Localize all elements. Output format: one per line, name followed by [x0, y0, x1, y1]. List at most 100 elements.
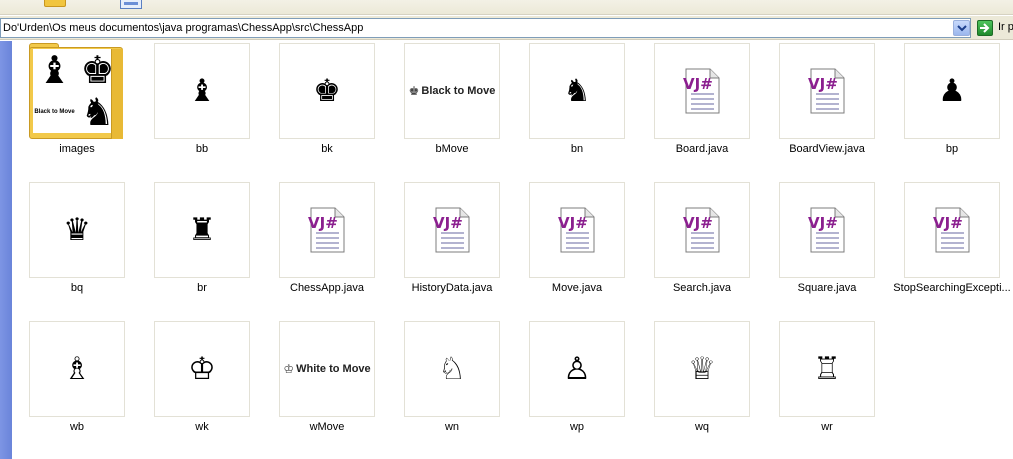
address-path: Do'Urden\Os meus documentos\java program…: [3, 22, 364, 34]
thumbnail: ♗: [29, 321, 125, 417]
file-item-historydata-java[interactable]: VJ# HistoryData.java: [387, 180, 507, 300]
file-item-wk[interactable]: ♔ wk: [137, 319, 257, 439]
thumbnail: VJ#: [529, 182, 625, 278]
thumbnail: ♚: [279, 43, 375, 139]
move-text: Black to Move: [421, 85, 496, 97]
java-file-icon: VJ#: [808, 207, 845, 253]
file-item-board-java[interactable]: VJ# Board.java: [637, 41, 757, 161]
go-label: Ir p: [998, 21, 1013, 33]
thumbnail: ♟: [904, 43, 1000, 139]
file-item-wn[interactable]: ♘ wn: [387, 319, 507, 439]
file-item-images[interactable]: ♝ ♚ Black to Move ♞ images: [12, 41, 132, 161]
thumbnail: VJ#: [904, 182, 1000, 278]
thumbnail: ♝ ♚ Black to Move ♞: [29, 43, 125, 139]
thumbnail: VJ#: [404, 182, 500, 278]
file-name: bn: [570, 143, 584, 155]
chess-piece-icon: ♚: [313, 72, 341, 109]
task-pane-edge: [0, 41, 12, 459]
file-item-bb[interactable]: ♝ bb: [137, 41, 257, 161]
java-file-icon: VJ#: [933, 207, 970, 253]
file-name: wn: [444, 421, 460, 433]
java-icon-text: VJ#: [683, 75, 713, 93]
address-bar: Do'Urden\Os meus documentos\java program…: [0, 16, 1013, 40]
file-item-wq[interactable]: ♕ wq: [637, 319, 757, 439]
file-item-square-java[interactable]: VJ# Square.java: [762, 180, 882, 300]
file-item-wb[interactable]: ♗ wb: [12, 319, 132, 439]
file-name: bk: [321, 143, 333, 155]
java-icon-text: VJ#: [933, 214, 963, 232]
file-name: wb: [69, 421, 85, 433]
thumbnail: VJ#: [779, 43, 875, 139]
chess-piece-icon: ♔: [188, 350, 216, 387]
file-item-bn[interactable]: ♞ bn: [512, 41, 632, 161]
file-item-wmove[interactable]: ♔ White to Move wMove: [262, 319, 382, 439]
java-icon-text: VJ#: [558, 214, 588, 232]
file-name: wr: [821, 421, 833, 433]
toolbar: [0, 0, 1013, 15]
java-file-icon: VJ#: [683, 68, 720, 114]
thumbnail: ♘: [404, 321, 500, 417]
java-file-icon: VJ#: [308, 207, 345, 253]
file-item-stopsearchingexcepti[interactable]: VJ# StopSearchingExcepti...: [887, 180, 1011, 300]
thumbnail: ♞: [529, 43, 625, 139]
file-item-chessapp-java[interactable]: VJ# ChessApp.java: [262, 180, 382, 300]
java-file-icon: VJ#: [808, 68, 845, 114]
chess-piece-icon: ♟: [938, 72, 966, 109]
address-dropdown-button[interactable]: [953, 20, 970, 36]
file-item-boardview-java[interactable]: VJ# BoardView.java: [762, 41, 882, 161]
thumbnail: ♕: [654, 321, 750, 417]
file-name: wMove: [309, 421, 345, 433]
go-arrow-icon: [977, 20, 993, 36]
chess-piece-icon: ♘: [438, 350, 466, 387]
chess-piece-icon: ♜: [188, 211, 216, 248]
thumbnail: ♝: [154, 43, 250, 139]
java-icon-text: VJ#: [308, 214, 338, 232]
thumbnail: ♚ Black to Move: [404, 43, 500, 139]
file-item-wr[interactable]: ♖ wr: [762, 319, 882, 439]
file-name: Search.java: [672, 282, 732, 294]
folders-icon[interactable]: [44, 0, 66, 7]
preview-king-icon: ♚: [80, 49, 115, 92]
file-item-bmove[interactable]: ♚ Black to Move bMove: [387, 41, 507, 161]
file-name: wp: [569, 421, 585, 433]
file-name: bp: [945, 143, 959, 155]
thumbnail: ♔: [154, 321, 250, 417]
java-file-icon: VJ#: [558, 207, 595, 253]
java-file-icon: VJ#: [683, 207, 720, 253]
preview-knight-icon: ♞: [80, 90, 115, 133]
file-name: images: [59, 143, 95, 155]
file-item-bp[interactable]: ♟ bp: [887, 41, 1007, 161]
file-item-bk[interactable]: ♚ bk: [262, 41, 382, 161]
thumbnail: ♔ White to Move: [279, 321, 375, 417]
chess-piece-icon: ♕: [688, 350, 716, 387]
king-icon: ♚: [408, 84, 420, 98]
thumbnail: VJ#: [279, 182, 375, 278]
file-item-move-java[interactable]: VJ# Move.java: [512, 180, 632, 300]
file-name: Move.java: [551, 282, 603, 294]
file-name: bb: [195, 143, 209, 155]
address-input[interactable]: Do'Urden\Os meus documentos\java program…: [0, 18, 971, 38]
file-name: br: [197, 282, 207, 294]
file-name: Square.java: [797, 282, 857, 294]
file-item-wp[interactable]: ♙ wp: [512, 319, 632, 439]
java-icon-text: VJ#: [808, 214, 838, 232]
file-name: bMove: [435, 143, 469, 155]
folder-preview: ♝ ♚ Black to Move ♞: [33, 49, 119, 133]
chess-piece-icon: ♛: [63, 211, 91, 248]
file-name: bq: [70, 282, 84, 294]
file-item-br[interactable]: ♜ br: [137, 180, 257, 300]
file-item-search-java[interactable]: VJ# Search.java: [637, 180, 757, 300]
thumbnail: VJ#: [654, 43, 750, 139]
java-file-icon: VJ#: [433, 207, 470, 253]
move-indicator: ♚ Black to Move: [409, 84, 496, 98]
king-icon: ♔: [283, 362, 295, 376]
file-item-bq[interactable]: ♛ bq: [12, 180, 132, 300]
go-button[interactable]: Ir p: [975, 19, 1013, 37]
java-icon-text: VJ#: [433, 214, 463, 232]
move-indicator: ♔ White to Move: [283, 362, 370, 376]
views-icon[interactable]: [120, 0, 142, 9]
thumbnail: ♖: [779, 321, 875, 417]
thumbnail: ♛: [29, 182, 125, 278]
java-icon-text: VJ#: [808, 75, 838, 93]
file-view: ♝ ♚ Black to Move ♞ images ♝ bb ♚ bk ♚ Black to Mo…: [12, 41, 1013, 459]
